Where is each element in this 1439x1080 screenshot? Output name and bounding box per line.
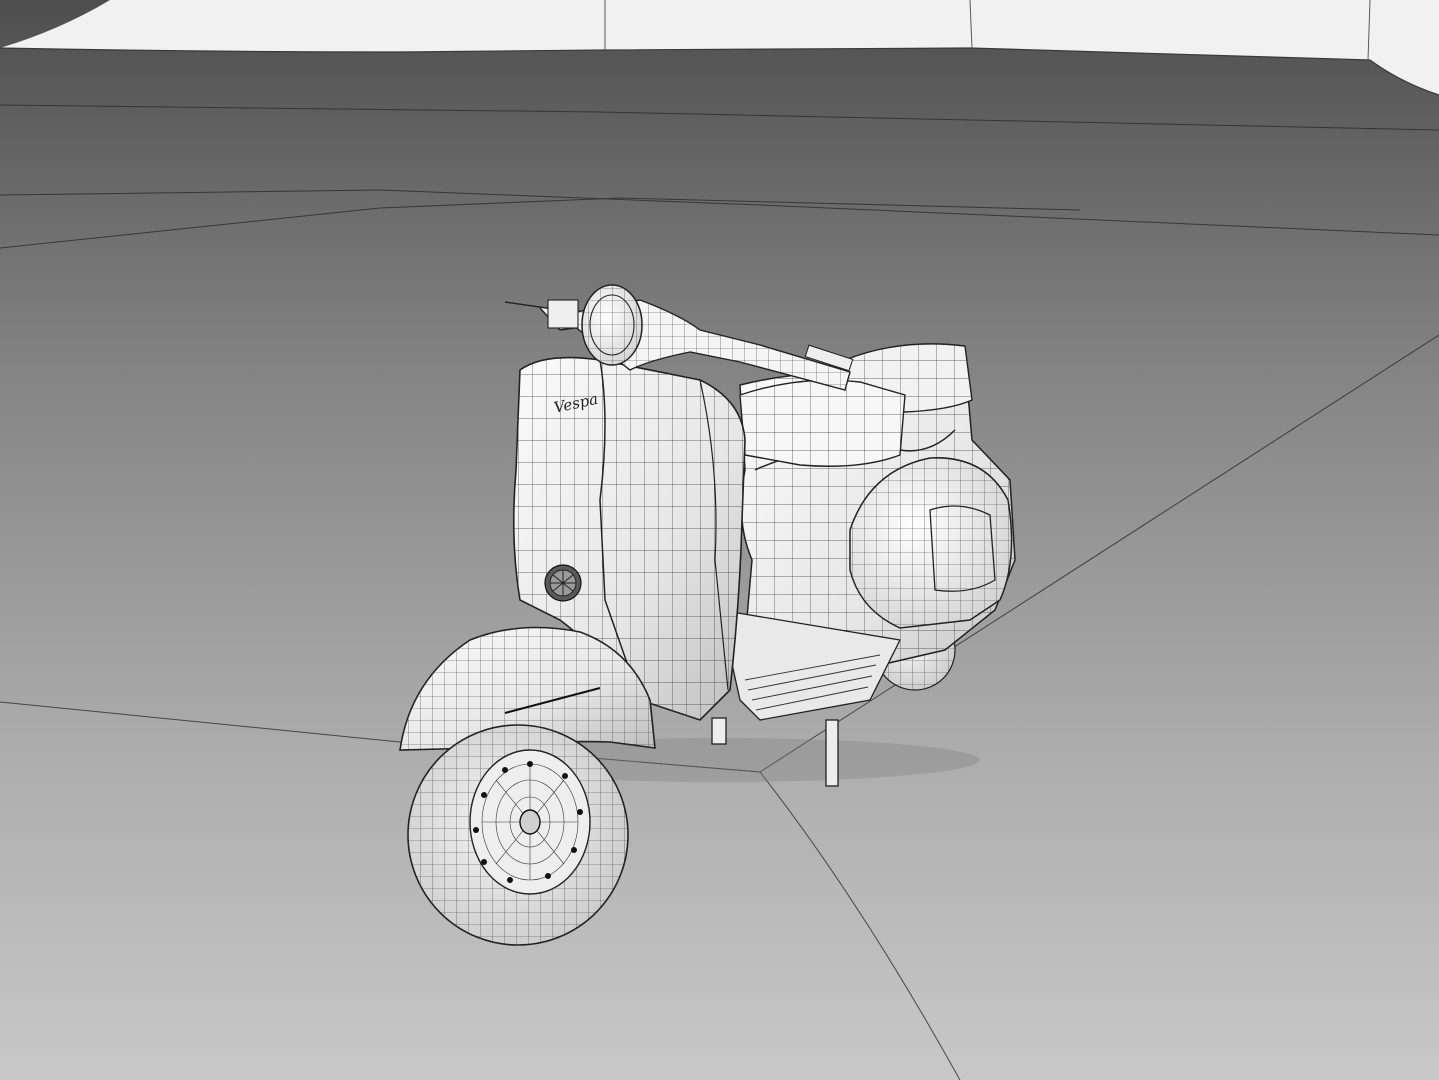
scene-render[interactable]: Vespa xyxy=(0,0,1439,1080)
horn-grille xyxy=(544,564,582,602)
3d-viewport[interactable]: Vespa xyxy=(0,0,1439,1080)
headlight xyxy=(581,284,643,366)
